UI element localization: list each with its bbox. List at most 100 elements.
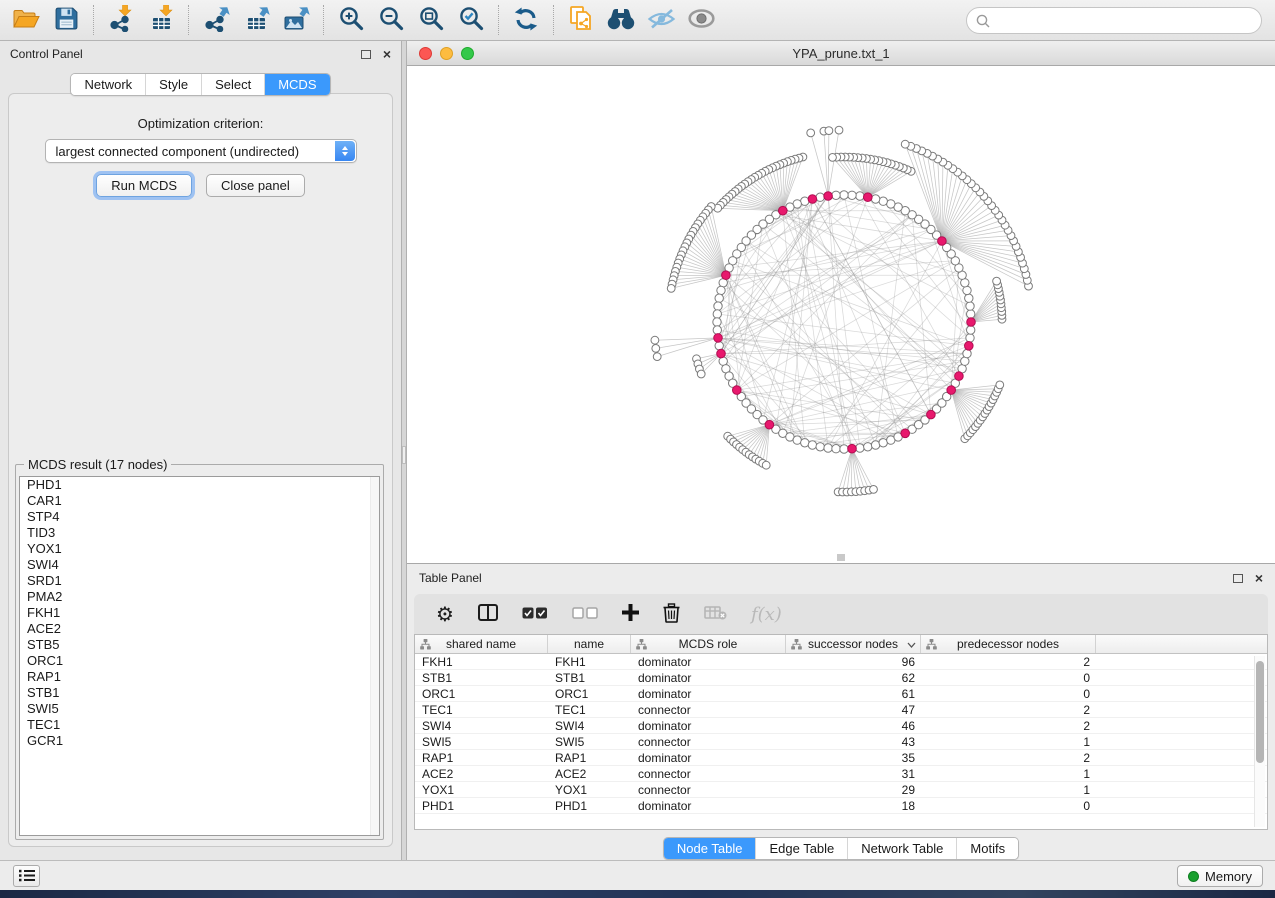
cell-successor-nodes[interactable]: 43 (786, 734, 921, 749)
import-table-button[interactable] (141, 2, 181, 38)
cell-shared-name[interactable]: SWI4 (415, 718, 548, 733)
column-header-predecessor-nodes[interactable]: predecessor nodes (921, 635, 1096, 653)
cell-successor-nodes[interactable]: 29 (786, 782, 921, 797)
table-row[interactable]: PHD1PHD1dominator180 (415, 798, 1267, 814)
clone-network-button[interactable] (561, 2, 601, 38)
cell-successor-nodes[interactable]: 35 (786, 750, 921, 765)
close-panel-icon[interactable]: × (383, 49, 391, 59)
cell-name[interactable]: SWI4 (548, 718, 631, 733)
close-panel-button[interactable]: Close panel (206, 174, 305, 197)
cell-successor-nodes[interactable]: 62 (786, 670, 921, 685)
cell-shared-name[interactable]: FKH1 (415, 654, 548, 669)
table-row[interactable]: TEC1TEC1connector472 (415, 702, 1267, 718)
float-panel-icon[interactable] (361, 50, 371, 59)
mcds-result-item[interactable]: PHD1 (20, 477, 379, 493)
hide-panels-button[interactable] (641, 2, 681, 38)
mcds-result-item[interactable]: PMA2 (20, 589, 379, 605)
tab-style[interactable]: Style (145, 74, 201, 95)
cell-name[interactable]: SWI5 (548, 734, 631, 749)
column-header-successor-nodes[interactable]: successor nodes (786, 635, 921, 653)
cell-predecessor-nodes[interactable]: 1 (921, 734, 1096, 749)
export-table-button[interactable] (236, 2, 276, 38)
mcds-result-item[interactable]: SRD1 (20, 573, 379, 589)
table-row[interactable]: YOX1YOX1connector291 (415, 782, 1267, 798)
table-row[interactable]: STB1STB1dominator620 (415, 670, 1267, 686)
mcds-result-item[interactable]: STB1 (20, 685, 379, 701)
cell-MCDS-role[interactable]: connector (631, 782, 786, 797)
cell-MCDS-role[interactable]: connector (631, 702, 786, 717)
zoom-out-button[interactable] (371, 2, 411, 38)
column-header-MCDS-role[interactable]: MCDS role (631, 635, 786, 653)
mcds-result-item[interactable]: TID3 (20, 525, 379, 541)
cell-predecessor-nodes[interactable]: 1 (921, 782, 1096, 797)
show-panels-button[interactable] (681, 2, 721, 38)
cell-shared-name[interactable]: RAP1 (415, 750, 548, 765)
mcds-result-item[interactable]: STB5 (20, 637, 379, 653)
export-image-button[interactable] (276, 2, 316, 38)
export-network-button[interactable] (196, 2, 236, 38)
cell-MCDS-role[interactable]: dominator (631, 750, 786, 765)
cell-name[interactable]: TEC1 (548, 702, 631, 717)
tab-select[interactable]: Select (201, 74, 264, 95)
unselect-all-columns-button[interactable] (572, 607, 598, 622)
table-close-icon[interactable]: × (1255, 573, 1263, 583)
tab-node-table[interactable]: Node Table (664, 838, 756, 859)
mcds-result-item[interactable]: STP4 (20, 509, 379, 525)
mcds-result-item[interactable]: YOX1 (20, 541, 379, 557)
tab-network[interactable]: Network (71, 74, 145, 95)
zoom-in-button[interactable] (331, 2, 371, 38)
table-row[interactable]: SWI4SWI4dominator462 (415, 718, 1267, 734)
cell-successor-nodes[interactable]: 47 (786, 702, 921, 717)
cell-name[interactable]: STB1 (548, 670, 631, 685)
cell-shared-name[interactable]: ORC1 (415, 686, 548, 701)
mcds-result-item[interactable]: TEC1 (20, 717, 379, 733)
mcds-result-item[interactable]: ACE2 (20, 621, 379, 637)
network-canvas[interactable] (407, 66, 1275, 563)
birdseye-button[interactable] (601, 2, 641, 38)
cell-predecessor-nodes[interactable]: 1 (921, 766, 1096, 781)
cell-predecessor-nodes[interactable]: 2 (921, 750, 1096, 765)
network-graph[interactable] (407, 66, 1275, 563)
cell-shared-name[interactable]: PHD1 (415, 798, 548, 813)
cell-MCDS-role[interactable]: connector (631, 734, 786, 749)
refresh-button[interactable] (506, 2, 546, 38)
mcds-result-item[interactable]: SWI4 (20, 557, 379, 573)
add-column-button[interactable] (622, 604, 639, 624)
mcds-result-item[interactable]: FKH1 (20, 605, 379, 621)
task-history-button[interactable] (13, 865, 40, 887)
table-scrollbar-thumb[interactable] (1256, 661, 1264, 763)
mcds-result-item[interactable]: ORC1 (20, 653, 379, 669)
divider-grip[interactable] (402, 446, 406, 464)
optimization-criterion-select[interactable]: largest connected component (undirected) (45, 139, 357, 163)
cell-shared-name[interactable]: ACE2 (415, 766, 548, 781)
memory-button[interactable]: Memory (1177, 865, 1263, 887)
cell-MCDS-role[interactable]: dominator (631, 670, 786, 685)
zoom-fit-button[interactable] (411, 2, 451, 38)
mcds-result-item[interactable]: SWI5 (20, 701, 379, 717)
cell-shared-name[interactable]: SWI5 (415, 734, 548, 749)
cell-name[interactable]: ACE2 (548, 766, 631, 781)
search-box[interactable] (966, 7, 1262, 34)
mcds-result-item[interactable]: GCR1 (20, 733, 379, 749)
table-row[interactable]: ORC1ORC1dominator610 (415, 686, 1267, 702)
table-row[interactable]: ACE2ACE2connector311 (415, 766, 1267, 782)
cell-shared-name[interactable]: TEC1 (415, 702, 548, 717)
column-header-name[interactable]: name (548, 635, 631, 653)
cell-MCDS-role[interactable]: dominator (631, 686, 786, 701)
network-window-titlebar[interactable]: YPA_prune.txt_1 (407, 41, 1275, 66)
cell-successor-nodes[interactable]: 61 (786, 686, 921, 701)
mcds-result-item[interactable]: CAR1 (20, 493, 379, 509)
cell-predecessor-nodes[interactable]: 0 (921, 686, 1096, 701)
cell-name[interactable]: ORC1 (548, 686, 631, 701)
cell-predecessor-nodes[interactable]: 0 (921, 670, 1096, 685)
cell-predecessor-nodes[interactable]: 0 (921, 798, 1096, 813)
tab-edge-table[interactable]: Edge Table (755, 838, 847, 859)
table-scrollbar[interactable] (1254, 656, 1265, 827)
cell-MCDS-role[interactable]: dominator (631, 718, 786, 733)
cell-successor-nodes[interactable]: 31 (786, 766, 921, 781)
cell-successor-nodes[interactable]: 18 (786, 798, 921, 813)
cell-name[interactable]: YOX1 (548, 782, 631, 797)
tab-network-table[interactable]: Network Table (847, 838, 956, 859)
save-session-button[interactable] (46, 2, 86, 38)
show-columns-button[interactable] (478, 604, 498, 624)
